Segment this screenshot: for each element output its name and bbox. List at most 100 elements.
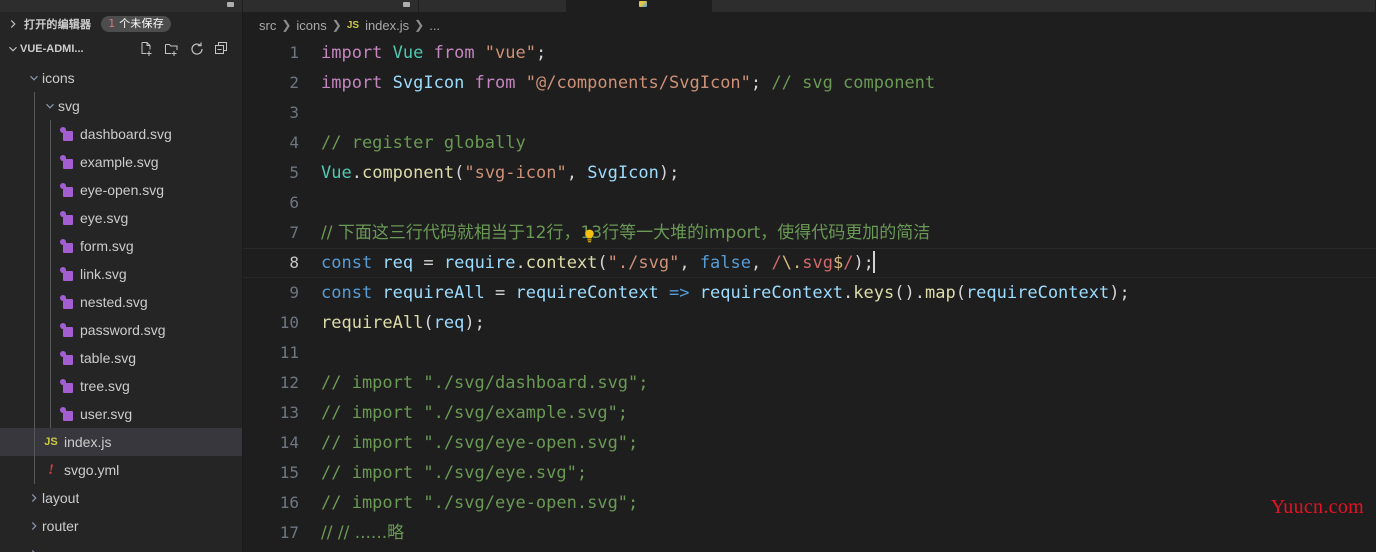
tree-item-nested-svg[interactable]: nested.svg: [0, 288, 242, 316]
open-editors-header[interactable]: 打开的编辑器 1 个未保存: [0, 12, 242, 36]
tab-1[interactable]: [0, 0, 243, 12]
line-text[interactable]: // import "./svg/dashboard.svg";: [321, 368, 649, 398]
code-line-4[interactable]: 4 // register globally: [243, 128, 1376, 158]
tree-item-icons[interactable]: icons: [0, 64, 242, 92]
line-text[interactable]: // import "./svg/eye.svg";: [321, 458, 587, 488]
tree-item-tree-svg[interactable]: tree.svg: [0, 372, 242, 400]
line-number: 14: [279, 433, 299, 452]
svg-file-icon: [58, 267, 76, 281]
code-line-1[interactable]: 1 import Vue from "vue";: [243, 38, 1376, 68]
code-line-3[interactable]: 3: [243, 98, 1376, 128]
line-text[interactable]: import SvgIcon from "@/components/SvgIco…: [321, 68, 935, 98]
code-line-14[interactable]: 14 // import "./svg/eye-open.svg";: [243, 428, 1376, 458]
code-line-10[interactable]: 10 requireAll(req);: [243, 308, 1376, 338]
token-string: "./svg": [607, 253, 680, 273]
token-identifier: req: [433, 313, 465, 333]
code-line-15[interactable]: 15 // import "./svg/eye.svg";: [243, 458, 1376, 488]
explorer-sidebar: 打开的编辑器 1 个未保存 VUE-ADMI... icons svg dash…: [0, 12, 243, 552]
breadcrumb-item-more[interactable]: ...: [429, 18, 440, 33]
chevron-right-icon: [26, 546, 42, 552]
tree-item-label: form.svg: [80, 238, 134, 254]
code-line-2[interactable]: 2 import SvgIcon from "@/components/SvgI…: [243, 68, 1376, 98]
code-line-11[interactable]: 11: [243, 338, 1376, 368]
js-file-icon: JS: [346, 19, 360, 31]
yaml-file-icon: !: [48, 461, 54, 478]
tab-4-active[interactable]: [567, 0, 712, 12]
line-text[interactable]: // import "./svg/eye-open.svg";: [321, 488, 638, 518]
code-line-12[interactable]: 12 // import "./svg/dashboard.svg";: [243, 368, 1376, 398]
chevron-down-icon: [6, 42, 20, 56]
tree-item-example-svg[interactable]: example.svg: [0, 148, 242, 176]
token-keyword: const: [321, 253, 383, 273]
tab-2[interactable]: [243, 0, 419, 12]
code-line-8[interactable]: 8 const req = require.context("./svg", f…: [243, 248, 1376, 278]
collapse-all-icon[interactable]: [214, 41, 230, 57]
token-punct: );: [464, 313, 485, 333]
code-line-6[interactable]: 6: [243, 188, 1376, 218]
token-punct: (: [423, 313, 434, 333]
tree-item-svg[interactable]: svg: [0, 92, 242, 120]
token-identifier: SvgIcon: [392, 73, 465, 93]
tree-item-svgo-yml[interactable]: ! svgo.yml: [0, 456, 242, 484]
js-file-icon: JS: [44, 436, 58, 448]
line-text[interactable]: import Vue from "vue";: [321, 38, 546, 68]
code-content[interactable]: 1 import Vue from "vue"; 2 import SvgIco…: [243, 38, 1376, 552]
breadcrumb-item-index-js[interactable]: index.js: [365, 18, 409, 33]
token-function: requireAll: [321, 313, 424, 333]
tree-item-password-svg[interactable]: password.svg: [0, 316, 242, 344]
tree-item-label: eye.svg: [80, 210, 129, 226]
code-line-16[interactable]: 16 // import "./svg/eye-open.svg";: [243, 488, 1376, 518]
token-identifier: requireContext: [965, 283, 1110, 303]
line-text[interactable]: // 下面这三行代码就相当于12行，13行等一大堆的import，使得代码更加的…: [321, 218, 930, 248]
tree-item-table-svg[interactable]: table.svg: [0, 344, 242, 372]
tree-item-index-js[interactable]: JS index.js: [0, 428, 242, 456]
refresh-icon[interactable]: [189, 41, 205, 57]
tree-item-partial[interactable]: [0, 540, 242, 552]
breadcrumb-item-src[interactable]: src: [259, 18, 276, 33]
tree-item-label: tree.svg: [80, 378, 130, 394]
line-text[interactable]: Vue.component("svg-icon", SvgIcon);: [321, 158, 679, 188]
token-string: "svg-icon": [464, 163, 567, 183]
line-text[interactable]: requireAll(req);: [321, 308, 485, 338]
new-file-icon[interactable]: [139, 41, 155, 57]
line-text[interactable]: // // ......略: [321, 518, 404, 548]
tree-item-label: dashboard.svg: [80, 126, 172, 142]
token-keyword: const: [321, 283, 383, 303]
token-regex-escape: \.: [781, 253, 803, 273]
line-number: 3: [289, 103, 299, 122]
line-text[interactable]: const req = require.context("./svg", fal…: [321, 248, 875, 278]
token-punct: .: [351, 163, 362, 183]
line-number: 9: [289, 283, 299, 302]
tab-5[interactable]: [712, 0, 1376, 12]
tree-item-eye-open-svg[interactable]: eye-open.svg: [0, 176, 242, 204]
tree-item-eye-svg[interactable]: eye.svg: [0, 204, 242, 232]
tree-item-label: link.svg: [80, 266, 127, 282]
line-text[interactable]: const requireAll = requireContext => req…: [321, 278, 1130, 308]
tree-item-router[interactable]: router: [0, 512, 242, 540]
token-identifier: require: [443, 253, 516, 273]
code-line-5[interactable]: 5 Vue.component("svg-icon", SvgIcon);: [243, 158, 1376, 188]
breadcrumb-item-icons[interactable]: icons: [296, 18, 326, 33]
breadcrumb-separator: ❯: [414, 18, 425, 32]
code-line-9[interactable]: 9 const requireAll = requireContext => r…: [243, 278, 1376, 308]
token-comment: // svg component: [771, 73, 936, 93]
line-text[interactable]: // register globally: [321, 128, 526, 158]
tree-item-dashboard-svg[interactable]: dashboard.svg: [0, 120, 242, 148]
tab-3[interactable]: [419, 0, 567, 12]
breadcrumb[interactable]: src ❯ icons ❯ JS index.js ❯ ...: [243, 12, 1376, 38]
tree-item-link-svg[interactable]: link.svg: [0, 260, 242, 288]
token-punct: (: [597, 253, 608, 273]
tree-item-label: layout: [42, 490, 80, 506]
chevron-right-icon: [26, 518, 42, 534]
new-folder-icon[interactable]: [164, 41, 180, 57]
file-tree[interactable]: icons svg dashboard.svg example.svg eye-…: [0, 62, 242, 552]
line-text[interactable]: // import "./svg/eye-open.svg";: [321, 428, 638, 458]
code-line-17[interactable]: 17 // // ......略: [243, 518, 1376, 548]
line-text[interactable]: // import "./svg/example.svg";: [321, 398, 628, 428]
tree-item-layout[interactable]: layout: [0, 484, 242, 512]
project-header[interactable]: VUE-ADMI...: [0, 36, 242, 62]
tree-item-user-svg[interactable]: user.svg: [0, 400, 242, 428]
code-line-13[interactable]: 13 // import "./svg/example.svg";: [243, 398, 1376, 428]
tree-item-form-svg[interactable]: form.svg: [0, 232, 242, 260]
code-line-7[interactable]: 7 // 下面这三行代码就相当于12行，13行等一大堆的import，使得代码更…: [243, 218, 1376, 248]
